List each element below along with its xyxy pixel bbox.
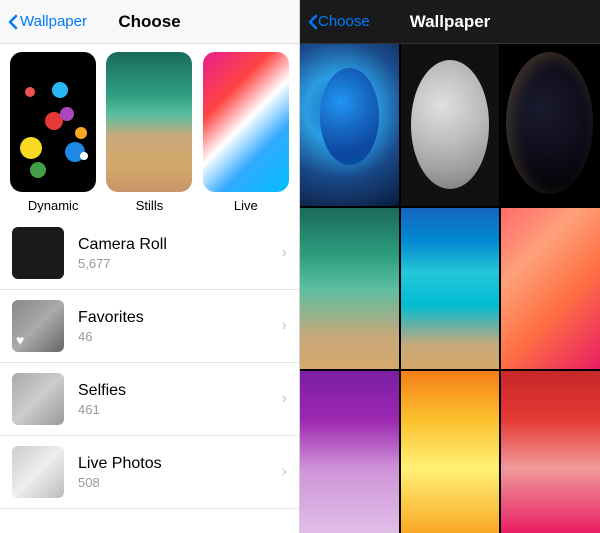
selfies-info: Selfies 461 — [78, 382, 282, 417]
wallpaper-night-earth[interactable] — [501, 44, 600, 206]
list-item-camera-roll[interactable]: Camera Roll 5,677 › — [0, 217, 299, 290]
selfies-name: Selfies — [78, 382, 282, 400]
wallpaper-abstract[interactable] — [501, 208, 600, 370]
wallpaper-earth[interactable] — [300, 44, 399, 206]
dot — [52, 82, 68, 98]
list-item-live-photos[interactable]: Live Photos 508 › — [0, 436, 299, 509]
camera-roll-image — [12, 227, 64, 279]
stills-image — [106, 52, 192, 192]
favorites-chevron: › — [282, 317, 287, 335]
live-photos-count: 508 — [78, 475, 282, 490]
dot — [25, 87, 35, 97]
right-back-button[interactable]: Choose — [308, 13, 370, 30]
list-item-favorites[interactable]: ♥ Favorites 46 › — [0, 290, 299, 363]
live-label: Live — [234, 198, 258, 213]
right-back-label: Choose — [318, 13, 370, 30]
category-row: Dynamic Stills Live — [0, 44, 299, 217]
wallpaper-ocean[interactable] — [300, 208, 399, 370]
live-image — [203, 52, 289, 192]
dot — [60, 107, 74, 121]
category-dynamic[interactable]: Dynamic — [8, 52, 98, 213]
live-photos-chevron: › — [282, 463, 287, 481]
camera-roll-thumb — [12, 227, 64, 279]
live-photos-name: Live Photos — [78, 455, 282, 473]
album-list: Camera Roll 5,677 › ♥ Favorites 46 › — [0, 217, 299, 533]
camera-roll-chevron: › — [282, 244, 287, 262]
dot — [75, 127, 87, 139]
dot — [30, 162, 46, 178]
left-nav-bar: Wallpaper Choose — [0, 0, 299, 44]
category-stills[interactable]: Stills — [104, 52, 194, 213]
stills-label: Stills — [136, 198, 163, 213]
heart-icon: ♥ — [16, 332, 24, 348]
dot — [20, 137, 42, 159]
live-thumb — [203, 52, 289, 192]
left-nav-title: Choose — [118, 12, 180, 32]
wallpaper-teal-wave[interactable] — [401, 208, 500, 370]
dynamic-thumb — [10, 52, 96, 192]
selfies-thumb — [12, 373, 64, 425]
favorites-info: Favorites 46 — [78, 309, 282, 344]
camera-roll-name: Camera Roll — [78, 236, 282, 254]
live-photos-info: Live Photos 508 — [78, 455, 282, 490]
favorites-count: 46 — [78, 329, 282, 344]
left-panel: Wallpaper Choose Dynami — [0, 0, 300, 533]
camera-roll-count: 5,677 — [78, 256, 282, 271]
list-item-selfies[interactable]: Selfies 461 › — [0, 363, 299, 436]
left-chevron-icon — [8, 14, 18, 30]
favorites-image: ♥ — [12, 300, 64, 352]
selfies-chevron: › — [282, 390, 287, 408]
right-panel: Choose Wallpaper — [300, 0, 600, 533]
stills-thumb — [106, 52, 192, 192]
category-live[interactable]: Live — [201, 52, 291, 213]
left-back-label: Wallpaper — [20, 13, 87, 30]
camera-roll-info: Camera Roll 5,677 — [78, 236, 282, 271]
left-back-button[interactable]: Wallpaper — [8, 13, 87, 30]
wallpaper-flowers[interactable] — [501, 371, 600, 533]
wallpaper-moon[interactable] — [401, 44, 500, 206]
live-photos-image — [12, 446, 64, 498]
wallpaper-orange[interactable] — [401, 371, 500, 533]
dynamic-label: Dynamic — [28, 198, 79, 213]
dynamic-image — [10, 52, 96, 192]
right-nav-title: Wallpaper — [410, 12, 491, 32]
selfies-count: 461 — [78, 402, 282, 417]
right-nav-bar: Choose Wallpaper — [300, 0, 600, 44]
dot — [80, 152, 88, 160]
live-photos-thumb — [12, 446, 64, 498]
favorites-name: Favorites — [78, 309, 282, 327]
favorites-thumb: ♥ — [12, 300, 64, 352]
right-chevron-icon — [308, 14, 318, 30]
wallpaper-grid — [300, 44, 600, 533]
selfies-image — [12, 373, 64, 425]
wallpaper-purple[interactable] — [300, 371, 399, 533]
